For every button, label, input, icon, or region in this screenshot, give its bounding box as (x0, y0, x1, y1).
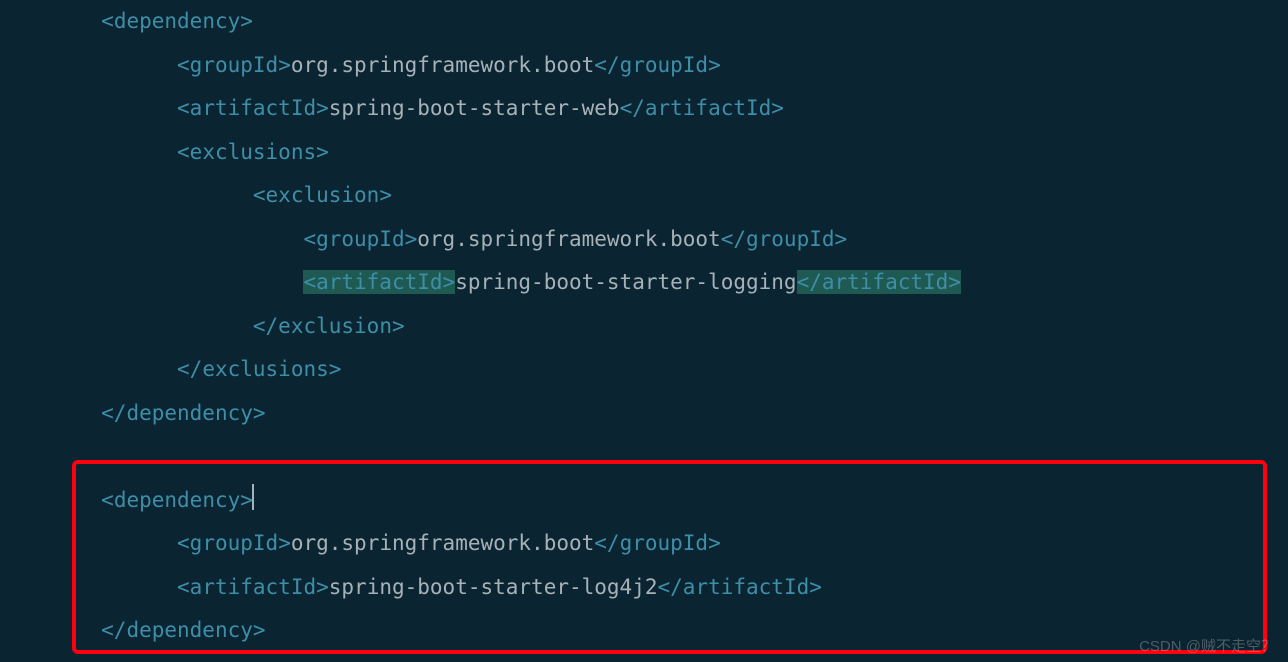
code-editor[interactable]: <dependency> <groupId>org.springframewor… (0, 0, 1288, 662)
text-cursor (252, 484, 254, 510)
